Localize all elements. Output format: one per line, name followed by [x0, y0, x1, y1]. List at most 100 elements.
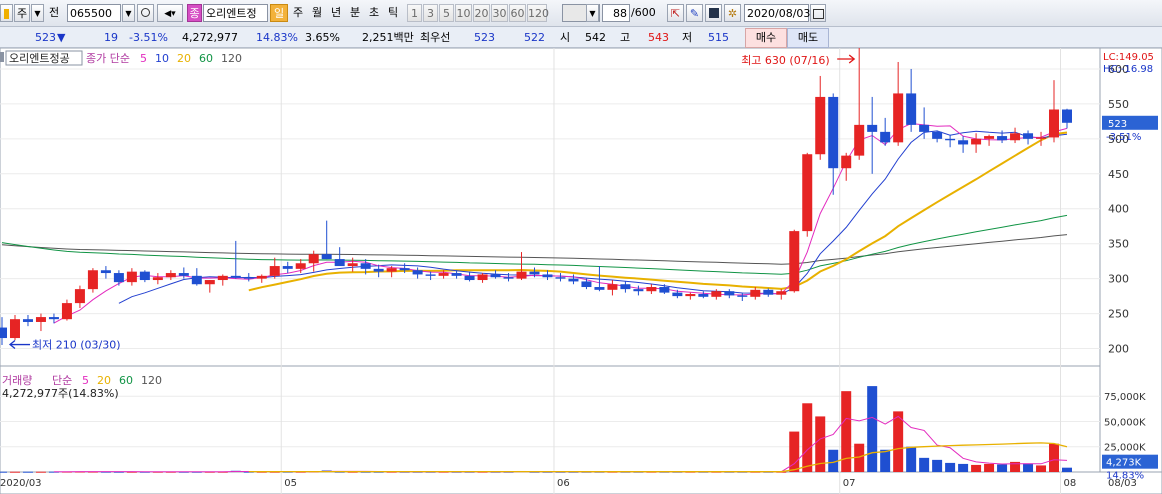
stock-dropdown-button[interactable]: ▼ — [31, 4, 44, 22]
settings-button[interactable]: ✲ — [724, 4, 741, 22]
x-tick-label: 06 — [557, 478, 570, 489]
volume-info: 4,272,977주(14.83%) — [2, 387, 119, 400]
candle-body — [217, 275, 228, 281]
legend-ma20: 20 — [177, 52, 191, 65]
candle-body — [9, 319, 20, 339]
candle-body — [841, 155, 852, 169]
candle-body — [958, 140, 969, 145]
volume-legend-ma20: 20 — [97, 374, 111, 387]
interval-dropdown-button[interactable]: ▼ — [586, 4, 599, 22]
stock-button[interactable]: 주 — [14, 4, 30, 22]
candle-body — [386, 268, 397, 272]
candle-body — [893, 93, 904, 143]
high-value: 543 — [648, 31, 669, 44]
zoom-button[interactable]: ⇱ — [667, 4, 684, 22]
interval-button-120[interactable]: 120 — [527, 4, 549, 22]
chart-grid — [0, 48, 1162, 494]
period-tab-3[interactable]: 년 — [327, 4, 345, 22]
candle-body — [113, 273, 124, 283]
candle-body — [685, 294, 696, 297]
speaker-button[interactable]: ◀▾ — [157, 4, 183, 22]
interval-button-1[interactable]: 1 — [407, 4, 422, 22]
calendar-icon — [812, 9, 824, 19]
volume-bar — [932, 459, 943, 472]
volume-tick-label: 75,000K — [1104, 392, 1146, 403]
candle-body — [919, 124, 930, 132]
link-indicator-button[interactable] — [0, 4, 13, 22]
interval-button-30[interactable]: 30 — [491, 4, 508, 22]
legend-ma60: 60 — [199, 52, 213, 65]
candle-body — [490, 274, 501, 278]
volume-bar — [0, 471, 7, 473]
save-button[interactable] — [705, 4, 722, 22]
volume-bar — [1023, 463, 1034, 472]
period-tab-2[interactable]: 월 — [308, 4, 326, 22]
candle-body — [152, 277, 163, 281]
candle-body — [87, 270, 98, 290]
candle-body — [659, 287, 670, 293]
price-chart[interactable]: 20025030035040045050055060075,000K50,000… — [0, 48, 1162, 494]
open-value: 542 — [585, 31, 606, 44]
candle-body — [360, 263, 371, 269]
period-tab-5[interactable]: 초 — [365, 4, 383, 22]
period-tab-0[interactable]: 일 — [270, 4, 288, 22]
volume-bar — [971, 464, 982, 472]
candle-body — [815, 96, 826, 155]
candle-body — [906, 93, 917, 125]
period-tab-6[interactable]: 틱 — [384, 4, 402, 22]
y-tick-label: 250 — [1108, 308, 1129, 321]
data-count-input[interactable]: 88 — [602, 4, 630, 22]
volume-bar — [9, 471, 20, 473]
interval-button-60[interactable]: 60 — [509, 4, 526, 22]
candle-body — [334, 259, 345, 267]
volume-last-text: 4,273K — [1106, 458, 1142, 469]
candle-body — [464, 275, 475, 281]
period-tab-1[interactable]: 주 — [289, 4, 307, 22]
turnover-value: 14.83% — [256, 31, 298, 44]
chevron-down-icon: ▼ — [34, 9, 41, 18]
candle-body — [698, 294, 709, 297]
interval-button-5[interactable]: 5 — [439, 4, 454, 22]
candle-body — [282, 266, 293, 269]
candle-body — [789, 231, 800, 292]
y-tick-label: 450 — [1108, 168, 1129, 181]
candle-body — [1023, 133, 1034, 139]
current-price: 523 — [35, 31, 56, 44]
interval-button-20[interactable]: 20 — [473, 4, 490, 22]
interval-button-3[interactable]: 3 — [423, 4, 438, 22]
volume-tick-label: 50,000K — [1104, 417, 1146, 428]
stock-code-input[interactable]: 065500 — [67, 4, 121, 22]
volume-bar — [867, 386, 878, 472]
sell-button[interactable]: 매도 — [787, 28, 829, 48]
x-tick-label: 05 — [284, 478, 297, 489]
x-tick-label: 08 — [1064, 478, 1077, 489]
best-quote-label: 최우선 — [420, 31, 451, 44]
buy-button[interactable]: 매수 — [745, 28, 787, 48]
quote-bar: 523 ▼ 19 -3.51% 4,272,977 14.83% 3.65% 2… — [0, 27, 1162, 48]
candle-body — [724, 291, 735, 296]
period-tab-4[interactable]: 분 — [346, 4, 364, 22]
candle-body — [711, 291, 722, 297]
candle-body — [594, 287, 605, 290]
candle-body — [984, 136, 995, 139]
volume-bar — [958, 463, 969, 472]
candle-body — [776, 291, 787, 295]
code-dropdown-button[interactable]: ▼ — [122, 4, 135, 22]
volume-legend-label: 거래량 — [2, 374, 32, 387]
volume-bar — [1062, 467, 1072, 472]
calendar-button[interactable] — [810, 4, 826, 22]
candle-body — [581, 281, 592, 288]
draw-button[interactable]: ✎ — [686, 4, 703, 22]
interval-button-10[interactable]: 10 — [455, 4, 472, 22]
date-input[interactable]: 2020/08/03 — [744, 4, 810, 22]
volume-bar — [997, 464, 1008, 472]
candle-body — [0, 327, 7, 339]
search-button[interactable] — [137, 4, 154, 22]
prev-label[interactable]: 전 — [46, 4, 62, 22]
candle-body — [178, 273, 189, 276]
volume-bar — [945, 462, 956, 472]
low-label: 저 — [682, 31, 693, 44]
candle-body — [880, 131, 891, 143]
volume-bar — [906, 446, 917, 472]
change-percent: -3.51% — [129, 31, 168, 44]
